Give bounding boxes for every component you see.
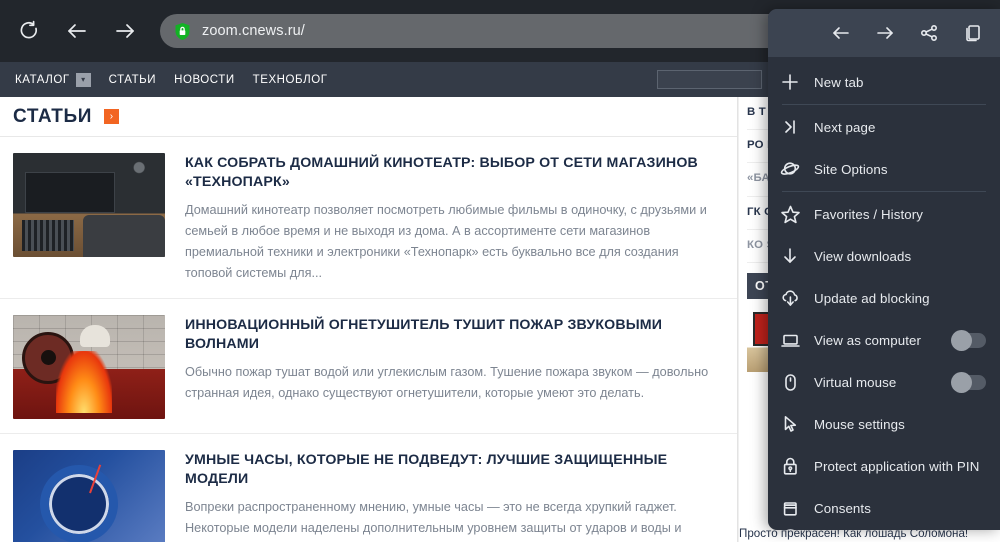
star-icon [779,203,801,225]
article-text: УМНЫЕ ЧАСЫ, КОТОРЫЕ НЕ ПОДВЕДУТ: ЛУЧШИЕ … [185,450,724,542]
planet-icon [779,158,801,180]
cloud-download-icon [779,287,801,309]
menu-item-update-ad-blocking[interactable]: Update ad blocking [768,277,1000,319]
article-excerpt: Домашний кинотеатр позволяет посмотреть … [185,202,707,280]
nav-label-catalog: КАТАЛОГ [15,73,70,86]
search-input[interactable] [657,70,762,89]
menu-item-site-options[interactable]: Site Options [768,148,1000,190]
menu-item-virtual-mouse[interactable]: Virtual mouse [768,361,1000,403]
article-title[interactable]: ИННОВАЦИОННЫЙ ОГНЕТУШИТЕЛЬ ТУШИТ ПОЖАР З… [185,316,724,354]
forward-icon[interactable] [872,20,898,46]
forward-icon[interactable] [110,16,140,46]
box-icon [779,497,801,519]
page-title: СТАТЬИ [13,105,92,127]
menu-item-view-downloads[interactable]: View downloads [768,235,1000,277]
menu-items: New tab Next page Site Options Favorites… [768,57,1000,530]
menu-item-mouse-settings[interactable]: Mouse settings [768,403,1000,445]
nav-item-articles[interactable]: СТАТЬИ [100,74,165,86]
article-list-item[interactable]: ИННОВАЦИОННЫЙ ОГНЕТУШИТЕЛЬ ТУШИТ ПОЖАР З… [0,299,737,435]
article-title[interactable]: УМНЫЕ ЧАСЫ, КОТОРЫЕ НЕ ПОДВЕДУТ: ЛУЧШИЕ … [185,451,724,489]
menu-label: View downloads [814,248,912,264]
article-list-item[interactable]: КАК СОБРАТЬ ДОМАШНИЙ КИНОТЕАТР: ВЫБОР ОТ… [0,137,737,300]
article-excerpt: Вопреки распространенному мнению, умные … [185,499,682,535]
laptop-icon [779,329,801,351]
sidebar-item-catalog[interactable]: КАТАЛОГ ▾ [6,72,100,87]
menu-item-new-tab[interactable]: New tab [768,61,1000,103]
menu-item-next-page[interactable]: Next page [768,106,1000,148]
article-thumbnail-firefighter [13,315,165,420]
chevron-down-icon: ▾ [75,72,91,87]
menu-header [768,9,1000,57]
menu-label: New tab [814,74,864,90]
article-list-item[interactable]: УМНЫЕ ЧАСЫ, КОТОРЫЕ НЕ ПОДВЕДУТ: ЛУЧШИЕ … [0,434,737,542]
share-icon[interactable] [916,20,942,46]
lock-shield-icon [174,22,191,41]
reload-icon[interactable] [14,16,44,46]
section-more-badge[interactable]: › [103,109,119,124]
article-text: ИННОВАЦИОННЫЙ ОГНЕТУШИТЕЛЬ ТУШИТ ПОЖАР З… [185,315,724,419]
view-as-computer-toggle[interactable] [951,329,986,351]
menu-divider [782,191,986,192]
nav-item-technoblog[interactable]: ТЕХНОБЛОГ [244,74,337,86]
menu-item-consents[interactable]: Consents [768,487,1000,529]
next-page-icon [779,116,801,138]
menu-item-protect-with-pin[interactable]: Protect application with PIN [768,445,1000,487]
article-excerpt: Обычно пожар тушат водой или углекислым … [185,364,709,400]
section-header: СТАТЬИ › [0,97,737,137]
article-thumbnail-smartwatch [13,450,165,542]
menu-label: Protect application with PIN [814,458,980,474]
menu-label: Consents [814,500,871,516]
nav-item-news[interactable]: НОВОСТИ [165,74,244,86]
plus-icon [779,71,801,93]
article-thumbnail-home-theater [13,153,165,257]
tabs-icon[interactable] [960,20,986,46]
browser-window: zoom.cnews.ru/ КАТАЛОГ ▾ СТАТЬИ НОВОСТИ … [0,0,1000,542]
download-arrow-icon [779,245,801,267]
menu-label: Site Options [814,161,888,177]
menu-label: Mouse settings [814,416,905,432]
menu-item-partial[interactable] [768,529,1000,530]
browser-menu-panel: New tab Next page Site Options Favorites… [768,9,1000,530]
umbrella-icon [779,529,801,530]
menu-label: Virtual mouse [814,374,897,390]
lock-icon [779,455,801,477]
menu-label: View as computer [814,332,922,348]
menu-label: Next page [814,119,876,135]
back-icon[interactable] [62,16,92,46]
cursor-icon [779,413,801,435]
virtual-mouse-toggle[interactable] [951,371,986,393]
mouse-icon [779,371,801,393]
menu-divider [782,104,986,105]
article-text: КАК СОБРАТЬ ДОМАШНИЙ КИНОТЕАТР: ВЫБОР ОТ… [185,153,724,284]
back-icon[interactable] [828,20,854,46]
url-text: zoom.cnews.ru/ [202,23,305,39]
menu-item-favorites-history[interactable]: Favorites / History [768,193,1000,235]
menu-item-view-as-computer[interactable]: View as computer [768,319,1000,361]
menu-label: Favorites / History [814,206,924,222]
articles-column: СТАТЬИ › КАК СОБРАТЬ ДОМАШНИЙ КИНОТЕАТР:… [0,97,738,542]
menu-label: Update ad blocking [814,290,930,306]
article-title[interactable]: КАК СОБРАТЬ ДОМАШНИЙ КИНОТЕАТР: ВЫБОР ОТ… [185,154,724,192]
